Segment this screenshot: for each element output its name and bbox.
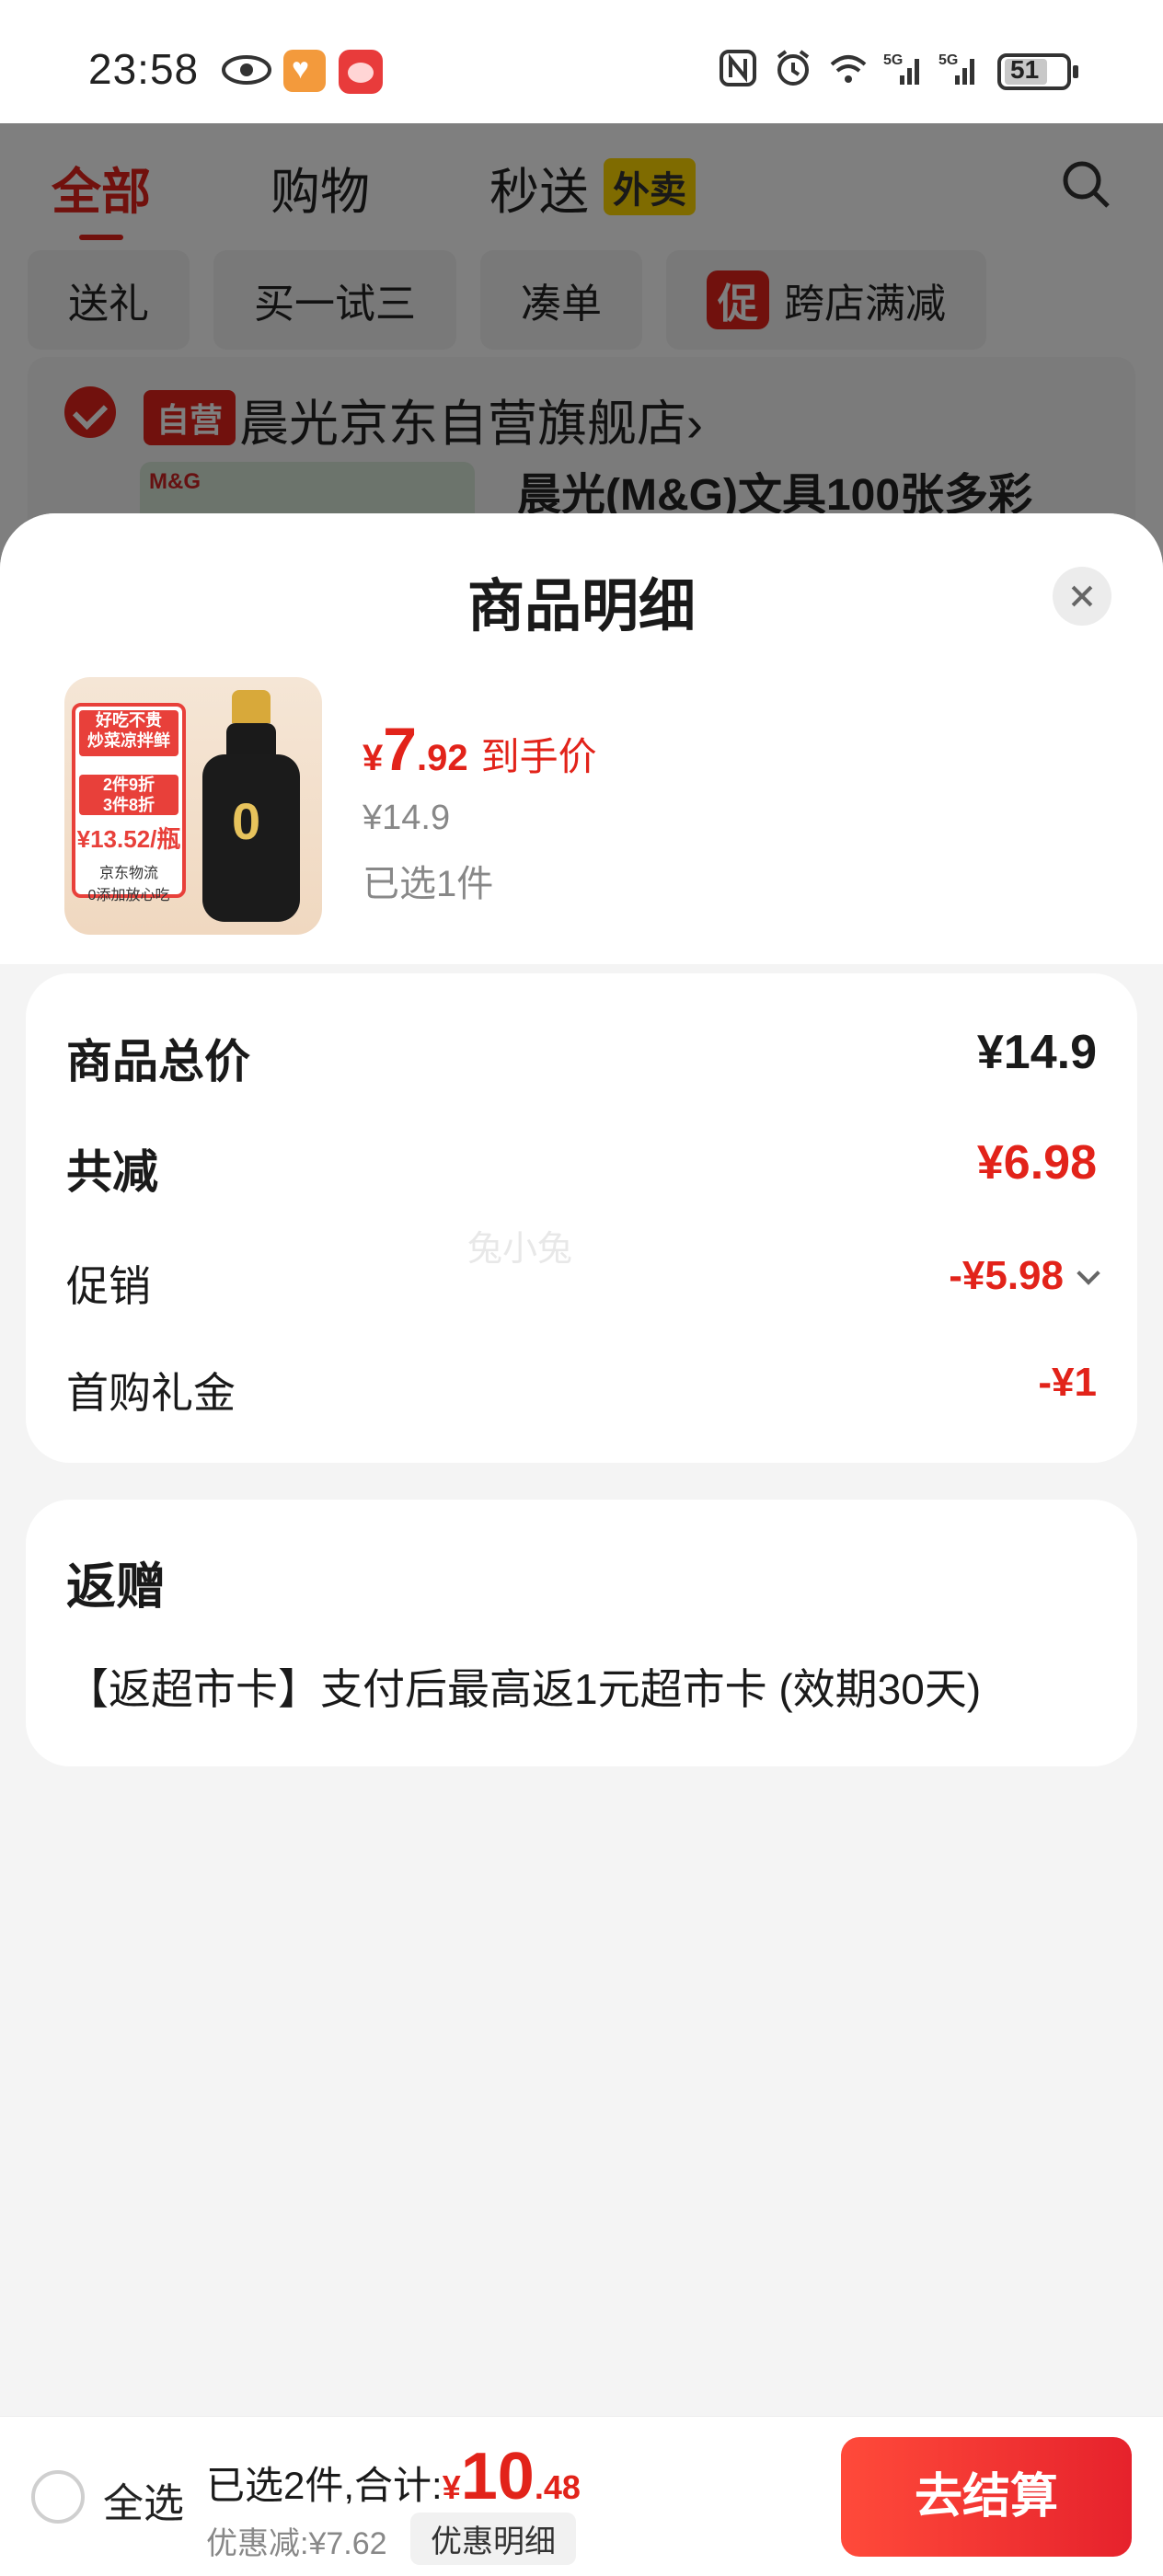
total-label: 商品总价 bbox=[66, 1036, 250, 1087]
bottle-zero: 0 bbox=[232, 792, 261, 850]
close-button[interactable] bbox=[1053, 567, 1111, 626]
shop-app-icon bbox=[339, 50, 383, 94]
battery-icon: 51 bbox=[997, 53, 1078, 90]
total-row: 商品总价 ¥14.9 bbox=[66, 1025, 1097, 1089]
price-currency: ¥ bbox=[363, 738, 384, 778]
order-summary: 已选2件,合计:¥10.48 bbox=[206, 2439, 581, 2514]
discount-detail-button[interactable]: 优惠明细 bbox=[410, 2513, 576, 2565]
image-text-2: 炒菜凉拌鲜 bbox=[87, 731, 170, 750]
battery-level: 51 bbox=[1010, 55, 1040, 84]
signal-5g-icon: 5G bbox=[883, 52, 919, 85]
promo-row[interactable]: 促销 -¥5.98 bbox=[66, 1253, 1100, 1317]
summary-prefix: 已选2件,合计: bbox=[206, 2464, 443, 2507]
total-integer: 10 bbox=[460, 2440, 535, 2513]
product-detail-sheet: 商品明细 好吃不贵 炒菜凉拌鲜 2件9折 3件8折 ¥13.52/瓶 京东物流 0添… bbox=[0, 513, 1163, 2576]
product-promo-panel: 好吃不贵 炒菜凉拌鲜 2件9折 3件8折 ¥13.52/瓶 京东物流 0添加放心吃 bbox=[72, 703, 186, 903]
reduce-row: 共减 ¥6.98 bbox=[66, 1135, 1097, 1200]
reduce-value: ¥6.98 bbox=[976, 1136, 1097, 1190]
rebate-card: 返赠 【返超市卡】支付后最高返1元超市卡 (效期30天) bbox=[26, 1500, 1137, 1766]
discount-amount: 优惠减:¥7.62 bbox=[206, 2526, 387, 2561]
image-logistics: 京东物流 bbox=[98, 866, 158, 881]
alarm-icon bbox=[777, 50, 810, 86]
rebate-title: 返赠 bbox=[66, 1559, 166, 1615]
image-price: ¥13.52/瓶 bbox=[76, 825, 181, 853]
chevron-down-icon[interactable] bbox=[1077, 1261, 1100, 1285]
total-decimal: .48 bbox=[534, 2468, 581, 2506]
gift-label: 首购礼金 bbox=[66, 1369, 236, 1417]
nfc-icon bbox=[720, 50, 756, 86]
wifi-icon bbox=[830, 55, 867, 83]
status-time: 23:58 bbox=[88, 45, 200, 93]
promo-label: 促销 bbox=[66, 1262, 151, 1310]
product-image: 好吃不贵 炒菜凉拌鲜 2件9折 3件8折 ¥13.52/瓶 京东物流 0添加放心吃 … bbox=[64, 677, 322, 935]
total-value: ¥14.9 bbox=[976, 1026, 1097, 1079]
sheet-header: 商品明细 好吃不贵 炒菜凉拌鲜 2件9折 3件8折 ¥13.52/瓶 京东物流 0添… bbox=[0, 513, 1163, 964]
image-text-1: 好吃不贵 bbox=[96, 711, 162, 730]
checkout-bar: 全选 已选2件,合计:¥10.48 优惠减:¥7.62 优惠明细 去结算 bbox=[0, 2416, 1163, 2576]
eye-icon bbox=[222, 55, 271, 85]
svg-text:5G: 5G bbox=[883, 52, 903, 68]
select-all-checkbox[interactable] bbox=[31, 2470, 85, 2524]
rebate-description: 【返超市卡】支付后最高返1元超市卡 (效期30天) bbox=[66, 1665, 982, 1713]
watermark: 兔小兔 bbox=[467, 1230, 573, 1269]
gift-value: -¥1 bbox=[1038, 1360, 1097, 1405]
image-text-4: 3件8折 bbox=[102, 796, 155, 814]
total-currency: ¥ bbox=[442, 2468, 461, 2506]
price-integer: 7 bbox=[383, 715, 417, 783]
original-price: ¥14.9 bbox=[363, 799, 451, 837]
price-decimal: .92 bbox=[416, 738, 468, 778]
image-additive: 0添加放心吃 bbox=[87, 888, 170, 903]
svg-text:5G: 5G bbox=[938, 52, 958, 68]
price-breakdown-card: 商品总价 ¥14.9 共减 ¥6.98 促销 -¥5.98 首购礼金 -¥1 bbox=[26, 973, 1137, 1463]
sheet-title: 商品明细 bbox=[466, 575, 696, 638]
health-app-icon bbox=[283, 50, 326, 92]
price-label: 到手价 bbox=[480, 735, 597, 778]
gift-row: 首购礼金 -¥1 bbox=[66, 1360, 1097, 1424]
checkout-button[interactable]: 去结算 bbox=[841, 2437, 1132, 2557]
final-price: ¥7.92 到手价 bbox=[363, 714, 597, 784]
selected-count: 已选1件 bbox=[363, 864, 494, 904]
signal-5g-icon: 5G bbox=[938, 52, 974, 85]
total-amount: ¥10.48 bbox=[442, 2440, 581, 2513]
image-text-3: 2件9折 bbox=[102, 776, 155, 794]
status-bar: 23:58 5G 5G 51 bbox=[0, 0, 1163, 123]
soy-sauce-bottle: 0 bbox=[202, 690, 300, 922]
promo-value: -¥5.98 bbox=[949, 1253, 1064, 1298]
select-all-label[interactable]: 全选 bbox=[103, 2470, 184, 2529]
reduce-label: 共减 bbox=[66, 1146, 158, 1198]
